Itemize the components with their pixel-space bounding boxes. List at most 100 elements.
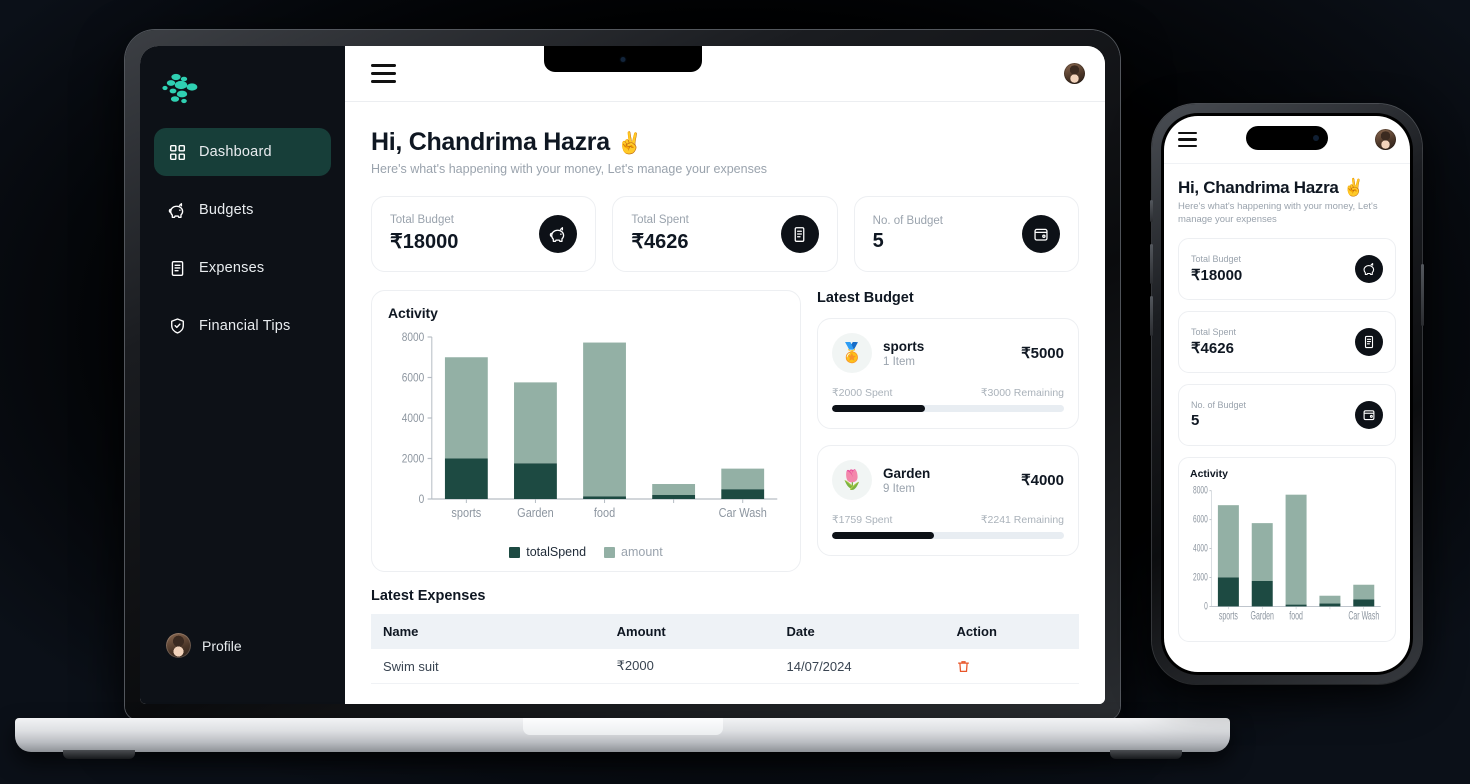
sidebar-item-expenses[interactable]: Expenses bbox=[154, 244, 331, 292]
svg-text:food: food bbox=[1289, 609, 1303, 622]
app-logo[interactable] bbox=[140, 64, 345, 128]
piggy-bank-icon bbox=[168, 201, 187, 220]
budget-head: 🏅 sports 1 Item ₹5000 bbox=[832, 333, 1064, 373]
svg-text:2000: 2000 bbox=[1193, 570, 1208, 582]
stat-card-label: No. of Budget bbox=[1191, 400, 1247, 411]
legend-item-totalspend[interactable]: totalSpend bbox=[509, 545, 586, 559]
sidebar-item-label: Expenses bbox=[199, 260, 265, 276]
sidebar-item-budgets[interactable]: Budgets bbox=[154, 186, 331, 234]
peace-hand-emoji: ✌️ bbox=[616, 132, 643, 155]
svg-text:food: food bbox=[594, 505, 615, 520]
laptop-base bbox=[15, 718, 1230, 759]
sidebar-item-label: Financial Tips bbox=[199, 318, 291, 334]
phone-power-button[interactable] bbox=[1421, 264, 1424, 326]
laptop-bezel: Dashboard Budgets Expenses Financial Tip… bbox=[140, 46, 1105, 704]
svg-text:0: 0 bbox=[419, 493, 425, 506]
stat-card-no-of-budget[interactable]: No. of Budget 5 bbox=[853, 196, 1079, 272]
legend-swatch-totalspend bbox=[509, 546, 521, 558]
activity-chart[interactable]: 0 2000 4000 6000 8000 sports Garden food Car Was… bbox=[388, 329, 784, 539]
activity-title: Activity bbox=[388, 305, 438, 321]
budget-name: Garden bbox=[883, 465, 931, 481]
phone-dynamic-island bbox=[1246, 126, 1328, 150]
hamburger-icon[interactable] bbox=[371, 64, 396, 83]
wallet-icon bbox=[1355, 400, 1383, 429]
screenshot-stage: Dashboard Budgets Expenses Financial Tip… bbox=[0, 0, 1470, 784]
column-header-amount[interactable]: Amount bbox=[604, 614, 775, 649]
svg-text:Car Wash: Car Wash bbox=[1348, 609, 1379, 622]
peace-hand-emoji: ✌️ bbox=[1343, 178, 1364, 197]
budget-card-garden[interactable]: 🌷 Garden 9 Item ₹4000 ₹1759 Spent ₹2241 … bbox=[817, 445, 1079, 556]
budget-progress-track bbox=[832, 532, 1064, 539]
activity-chart-svg: 0 2000 4000 6000 8000 sports Garden food Car Was… bbox=[402, 331, 778, 520]
piggy-bank-icon bbox=[1355, 254, 1383, 283]
sidebar-profile-label: Profile bbox=[202, 637, 242, 654]
budget-progress-fill bbox=[832, 532, 935, 539]
expense-date: 14/07/2024 bbox=[774, 649, 945, 684]
phone-page-subtitle: Here's what's happening with your money,… bbox=[1178, 201, 1378, 225]
budget-progress-fill bbox=[832, 405, 925, 412]
svg-text:sports: sports bbox=[1219, 609, 1238, 622]
phone-stat-card-total-budget[interactable]: Total Budget ₹18000 bbox=[1178, 237, 1396, 300]
phone-topbar-avatar[interactable] bbox=[1375, 129, 1396, 150]
stat-card-total-budget[interactable]: Total Budget ₹18000 bbox=[371, 196, 597, 272]
phone-activity-chart[interactable]: 0 2000 4000 6000 8000 sports Garden food Car Was… bbox=[1190, 485, 1384, 635]
budget-spent-label: ₹2000 Spent bbox=[832, 387, 893, 399]
greeting-text: Hi, Chandrima Hazra bbox=[371, 128, 610, 156]
laptop-mockup: Dashboard Budgets Expenses Financial Tip… bbox=[15, 30, 1230, 759]
latest-expenses-title: Latest Expenses bbox=[371, 588, 486, 604]
sidebar: Dashboard Budgets Expenses Financial Tip… bbox=[140, 46, 345, 704]
trash-icon[interactable] bbox=[956, 659, 1067, 674]
receipt-icon bbox=[780, 215, 819, 253]
budget-meta: ₹1759 Spent ₹2241 Remaining bbox=[832, 514, 1064, 526]
budget-spent-label: ₹1759 Spent bbox=[832, 514, 893, 526]
svg-text:4000: 4000 bbox=[1193, 541, 1208, 553]
column-header-action[interactable]: Action bbox=[944, 614, 1079, 649]
svg-text:2000: 2000 bbox=[402, 453, 424, 466]
budget-item-count: 9 Item bbox=[883, 482, 915, 495]
column-header-name[interactable]: Name bbox=[371, 614, 605, 649]
sidebar-profile[interactable]: Profile bbox=[140, 633, 345, 704]
hamburger-icon[interactable] bbox=[1178, 131, 1197, 148]
expense-name: Swim suit bbox=[371, 649, 605, 684]
laptop-foot-left bbox=[63, 750, 135, 759]
phone-activity-chart-svg: 0 2000 4000 6000 8000 sports Garden food Car Was… bbox=[1193, 485, 1381, 623]
avatar bbox=[166, 633, 191, 658]
phone-screen: Hi, Chandrima Hazra ✌️ Here's what's hap… bbox=[1164, 116, 1410, 672]
stat-card-label: No. of Budget bbox=[872, 215, 943, 227]
page-subtitle: Here's what's happening with your money,… bbox=[371, 162, 768, 176]
column-header-date[interactable]: Date bbox=[774, 614, 945, 649]
activity-chart-panel: Activity 0 2000 4000 6000 8000 sports Garden fo… bbox=[371, 290, 801, 572]
sidebar-item-label: Budgets bbox=[199, 202, 254, 218]
budget-remaining-label: ₹3000 Remaining bbox=[980, 387, 1064, 399]
table-row[interactable]: Swim suit ₹2000 14/07/2024 bbox=[371, 649, 1079, 684]
page-title: Hi, Chandrima Hazra ✌️ bbox=[371, 128, 1079, 157]
laptop-notch bbox=[543, 46, 702, 72]
chart-legend: totalSpend amount bbox=[388, 545, 784, 559]
legend-item-amount[interactable]: amount bbox=[604, 545, 663, 559]
phone-stat-card-total-spent[interactable]: Total Spent ₹4626 bbox=[1178, 310, 1396, 373]
main-area: Hi, Chandrima Hazra ✌️ Here's what's hap… bbox=[345, 46, 1105, 704]
topbar bbox=[345, 46, 1105, 102]
phone-mute-switch[interactable] bbox=[1150, 200, 1153, 222]
expense-amount: ₹2000 bbox=[604, 649, 775, 684]
phone-page-title: Hi, Chandrima Hazra ✌️ bbox=[1178, 178, 1396, 198]
phone-camera-icon bbox=[1313, 135, 1319, 141]
topbar-avatar[interactable] bbox=[1064, 63, 1085, 84]
budget-card-sports[interactable]: 🏅 sports 1 Item ₹5000 ₹2000 Spent ₹3000 … bbox=[817, 318, 1079, 429]
phone-volume-down-button[interactable] bbox=[1150, 296, 1153, 336]
budget-item-count: 1 Item bbox=[883, 355, 915, 368]
stat-card-total-spent[interactable]: Total Spent ₹4626 bbox=[612, 196, 838, 272]
sidebar-nav: Dashboard Budgets Expenses Financial Tip… bbox=[140, 128, 345, 350]
dashboard-content: Hi, Chandrima Hazra ✌️ Here's what's hap… bbox=[345, 102, 1105, 704]
sidebar-item-financial-tips[interactable]: Financial Tips bbox=[154, 302, 331, 350]
phone-stat-card-no-of-budget[interactable]: No. of Budget 5 bbox=[1178, 383, 1396, 446]
phone-frame: Hi, Chandrima Hazra ✌️ Here's what's hap… bbox=[1150, 104, 1424, 684]
budget-head: 🌷 Garden 9 Item ₹4000 bbox=[832, 460, 1064, 500]
budget-name: sports bbox=[883, 338, 925, 354]
phone-volume-up-button[interactable] bbox=[1150, 244, 1153, 284]
greeting-text: Hi, Chandrima Hazra bbox=[1178, 178, 1339, 197]
sidebar-item-dashboard[interactable]: Dashboard bbox=[154, 128, 331, 176]
wallet-icon bbox=[1021, 215, 1060, 253]
svg-text:8000: 8000 bbox=[402, 331, 424, 344]
